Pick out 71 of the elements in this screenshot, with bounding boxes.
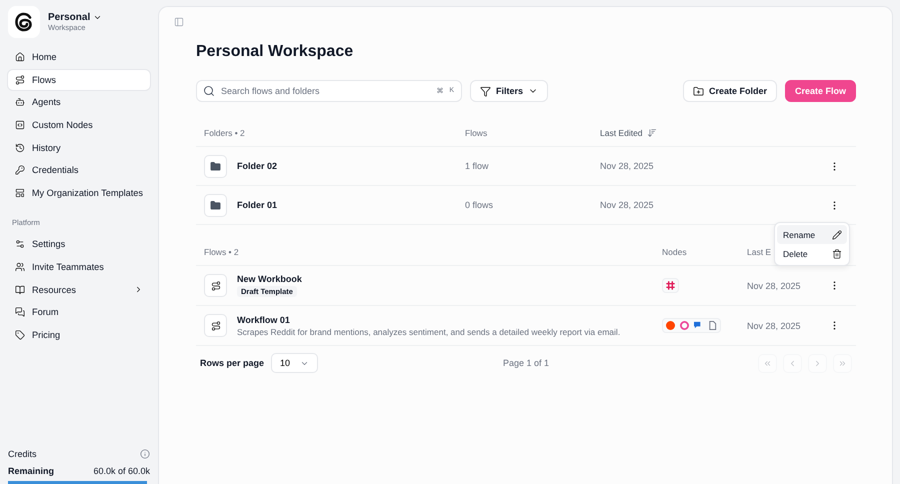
flow-count: 1 flow (465, 161, 490, 171)
last-edited: Nov 28, 2025 (747, 280, 802, 290)
nav-item[interactable]: Pricing (7, 324, 151, 346)
nav-item[interactable]: Forum (7, 300, 151, 324)
column-header: Flows • 2 (204, 247, 239, 257)
column-header[interactable]: Folders • 2 (204, 128, 245, 138)
book-icon (15, 284, 25, 295)
nav-item[interactable]: History (7, 136, 151, 159)
nav-item[interactable]: Custom Nodes (7, 114, 151, 136)
column-header[interactable]: Last Edited (600, 128, 643, 138)
nav-item[interactable]: Agents (7, 91, 151, 114)
chevron-down-icon (93, 13, 102, 22)
credits-label: Credits (8, 448, 37, 458)
workspace-name[interactable]: Personal (48, 12, 102, 23)
column-header: Nodes (662, 247, 687, 257)
chevron-icon (838, 358, 847, 368)
nav-item[interactable]: Credentials (7, 158, 151, 182)
chevron-icon (762, 358, 772, 368)
route-icon (210, 280, 220, 290)
last-edited: Nov 28, 2025 (600, 200, 655, 210)
chevron-right-icon (134, 285, 143, 294)
nav-item[interactable]: My Organization Templates (7, 182, 151, 204)
flow-name[interactable]: Workflow 01 (237, 314, 290, 324)
nav-item[interactable]: Home (7, 46, 151, 69)
history-icon (15, 142, 25, 153)
rows-per-page-select[interactable]: 10 (271, 353, 318, 373)
tag-icon (15, 330, 25, 340)
users-icon (15, 262, 25, 272)
nav-item[interactable]: Settings (7, 233, 151, 256)
create-folder-button[interactable]: Create Folder (682, 80, 777, 102)
nav-item[interactable]: Flows (7, 68, 151, 92)
rows-per-page-label: Rows per page (200, 358, 264, 368)
menu-item[interactable]: Rename (777, 225, 847, 244)
chat-icon (15, 307, 25, 318)
template-icon (15, 188, 25, 198)
page-indicator: Page 1 of 1 (502, 358, 550, 368)
logo-icon[interactable] (8, 6, 40, 38)
filter-icon (480, 86, 491, 96)
remaining-value: 60.0k of 60.0k (93, 466, 150, 476)
folder-icon (210, 200, 221, 210)
flow-count: 0 flows (465, 200, 494, 210)
pencil-icon (832, 230, 842, 240)
route-icon (210, 320, 220, 330)
flow-description: Scrapes Reddit for brand mentions, analyzes sentiment, and sends a detailed weekly report via email. (237, 326, 620, 336)
menu-item[interactable]: Delete (777, 244, 847, 263)
bot-icon (15, 97, 25, 108)
nav-item[interactable]: Invite Teammates (7, 256, 151, 278)
create-flow-button[interactable]: Create Flow (784, 80, 856, 102)
key-icon (15, 165, 25, 176)
home-icon (15, 52, 25, 62)
code-icon (15, 120, 25, 130)
folder-icon (210, 160, 221, 172)
trash-icon (832, 248, 842, 258)
page-title: Personal Workspace (196, 43, 354, 61)
folder-name[interactable]: Folder 02 (237, 161, 278, 171)
filters-button[interactable]: Filters (470, 80, 548, 102)
info-icon (140, 448, 150, 458)
remaining-label: Remaining (8, 466, 54, 476)
last-edited: Nov 28, 2025 (600, 161, 655, 171)
folder-plus-icon (692, 86, 704, 96)
sort-icon (646, 128, 657, 138)
column-header: Last E (747, 247, 772, 257)
folder-name[interactable]: Folder 01 (237, 200, 278, 210)
column-header[interactable]: Flows (465, 128, 488, 138)
panel-toggle-icon (174, 17, 184, 27)
sliders-icon (15, 239, 25, 250)
nav-item[interactable]: Resources (7, 278, 151, 301)
flow-name[interactable]: New Workbook (237, 274, 302, 284)
route-icon (15, 74, 25, 85)
search-icon (203, 85, 215, 97)
last-edited: Nov 28, 2025 (747, 320, 802, 330)
